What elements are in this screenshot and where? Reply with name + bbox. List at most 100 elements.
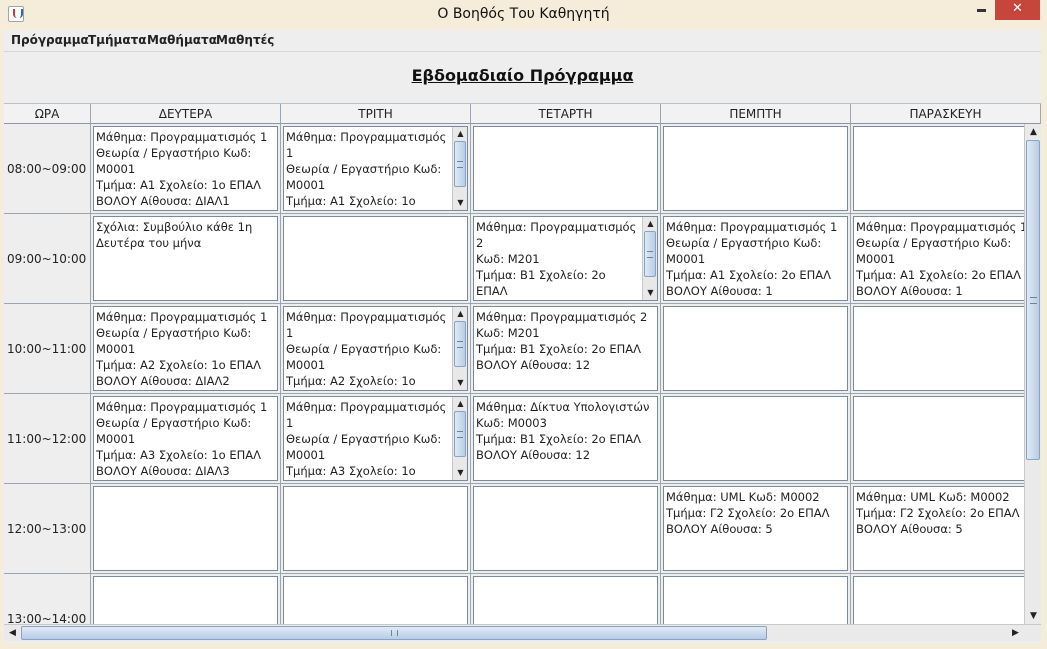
schedule-cell[interactable]: Μάθημα: Προγραμματισμός 1 Θεωρία / Εργασ… xyxy=(281,304,471,394)
cell-text-area[interactable] xyxy=(283,486,468,571)
cell-text-area[interactable] xyxy=(853,396,1024,481)
cell-text-area[interactable]: Μάθημα: Προγραμματισμός 1 Θεωρία / Εργασ… xyxy=(853,216,1024,301)
cell-scroll-up-icon[interactable]: ▲ xyxy=(453,127,467,141)
cell-text-area[interactable] xyxy=(283,576,468,624)
cell-text-area[interactable] xyxy=(473,486,658,571)
cell-text-area[interactable] xyxy=(853,126,1024,211)
column-header-time[interactable]: ΩΡΑ xyxy=(4,104,91,124)
cell-text-area[interactable] xyxy=(93,486,278,571)
menu-courses[interactable]: Μαθήματα xyxy=(147,33,217,47)
schedule-cell[interactable]: Μάθημα: Προγραμματισμός 1 Θεωρία / Εργασ… xyxy=(281,394,471,484)
title-bar[interactable]: Ο Βοηθός Του Καθηγητή ✕ xyxy=(0,0,1047,30)
cell-text-area[interactable]: Μάθημα: Προγραμματισμός 2 Κωδ: Μ201 Τμήμ… xyxy=(473,216,658,301)
cell-text-area[interactable] xyxy=(283,216,468,301)
schedule-cell[interactable]: Μάθημα: Προγραμματισμός 1 Θεωρία / Εργασ… xyxy=(91,394,281,484)
column-header-friday[interactable]: ΠΑΡΑΣΚΕΥΗ xyxy=(851,104,1041,124)
cell-scroll-thumb[interactable] xyxy=(454,411,466,457)
cell-text-area[interactable] xyxy=(93,576,278,624)
cell-text-area[interactable] xyxy=(663,126,848,211)
cell-text-area[interactable] xyxy=(473,576,658,624)
schedule-cell[interactable] xyxy=(471,484,661,574)
cell-text-area[interactable]: Μάθημα: Προγραμματισμός 1 Θεωρία / Εργασ… xyxy=(283,126,468,211)
schedule-cell[interactable] xyxy=(471,574,661,624)
cell-scroll-down-icon[interactable]: ▼ xyxy=(453,196,467,210)
cell-text-area[interactable] xyxy=(853,576,1024,624)
cell-scroll-down-icon[interactable]: ▼ xyxy=(643,286,657,300)
column-header-thursday[interactable]: ΠΕΜΠΤΗ xyxy=(661,104,851,124)
schedule-cell[interactable]: Σχόλια: Συμβούλιο κάθε 1η Δευτέρα του μή… xyxy=(91,214,281,304)
schedule-cell[interactable]: Μάθημα: UML Κωδ: Μ0002 Τμήμα: Γ2 Σχολείο… xyxy=(851,484,1024,574)
cell-scrollbar[interactable]: ▲ ▼ xyxy=(452,307,467,390)
schedule-cell[interactable]: Μάθημα: Δίκτυα Υπολογιστών Κωδ: Μ0003 Τμ… xyxy=(471,394,661,484)
horizontal-scroll-thumb[interactable] xyxy=(21,626,767,640)
scroll-up-arrow-icon[interactable]: ▲ xyxy=(1025,124,1042,140)
cell-scroll-down-icon[interactable]: ▼ xyxy=(453,466,467,480)
time-slot-label: 11:00~12:00 xyxy=(4,394,91,484)
cell-text-area[interactable]: Μάθημα: Προγραμματισμός 2 Κωδ: Μ201 Τμήμ… xyxy=(473,306,658,391)
cell-scroll-thumb[interactable] xyxy=(454,141,466,187)
cell-text-area[interactable]: Μάθημα: Προγραμματισμός 1 Θεωρία / Εργασ… xyxy=(93,396,278,481)
cell-text-area[interactable]: Μάθημα: Προγραμματισμός 1 Θεωρία / Εργασ… xyxy=(93,306,278,391)
schedule-cell[interactable] xyxy=(281,484,471,574)
vertical-scrollbar[interactable]: ▲ ▼ xyxy=(1024,124,1041,624)
cell-text-area[interactable]: Μάθημα: UML Κωδ: Μ0002 Τμήμα: Γ2 Σχολείο… xyxy=(663,486,848,571)
cell-scroll-thumb[interactable] xyxy=(644,231,656,277)
schedule-cell[interactable]: Μάθημα: Προγραμματισμός 1 Θεωρία / Εργασ… xyxy=(661,214,851,304)
minimize-button[interactable] xyxy=(968,0,994,20)
schedule-cell[interactable] xyxy=(661,574,851,624)
cell-text-area[interactable] xyxy=(663,576,848,624)
schedule-cell[interactable] xyxy=(471,124,661,214)
cell-text-area[interactable]: Μάθημα: UML Κωδ: Μ0002 Τμήμα: Γ2 Σχολείο… xyxy=(853,486,1024,571)
scroll-down-arrow-icon[interactable]: ▼ xyxy=(1025,608,1042,624)
schedule-cell[interactable] xyxy=(91,574,281,624)
cell-text-area[interactable] xyxy=(663,396,848,481)
time-slot-label: 09:00~10:00 xyxy=(4,214,91,304)
cell-scroll-up-icon[interactable]: ▲ xyxy=(643,217,657,231)
cell-text-area[interactable]: Μάθημα: Προγραμματισμός 1 Θεωρία / Εργασ… xyxy=(663,216,848,301)
schedule-cell[interactable] xyxy=(851,574,1024,624)
cell-scrollbar[interactable]: ▲ ▼ xyxy=(452,127,467,210)
schedule-cell[interactable]: Μάθημα: Προγραμματισμός 2 Κωδ: Μ201 Τμήμ… xyxy=(471,214,661,304)
schedule-cell[interactable] xyxy=(281,214,471,304)
menu-program[interactable]: Πρόγραμμα xyxy=(11,33,89,47)
column-header-monday[interactable]: ΔΕΥΤΕΡΑ xyxy=(91,104,281,124)
schedule-cell[interactable]: Μάθημα: Προγραμματισμός 1 Θεωρία / Εργασ… xyxy=(281,124,471,214)
schedule-cell[interactable]: Μάθημα: Προγραμματισμός 1 Θεωρία / Εργασ… xyxy=(91,124,281,214)
scroll-right-arrow-icon[interactable]: ▶ xyxy=(1007,625,1024,641)
schedule-cell[interactable] xyxy=(91,484,281,574)
cell-text-area[interactable]: Μάθημα: Προγραμματισμός 1 Θεωρία / Εργασ… xyxy=(283,396,468,481)
cell-scroll-down-icon[interactable]: ▼ xyxy=(453,376,467,390)
vertical-scroll-thumb[interactable] xyxy=(1026,140,1040,460)
cell-text-area[interactable] xyxy=(663,306,848,391)
cell-scroll-thumb[interactable] xyxy=(454,321,466,367)
schedule-cell[interactable] xyxy=(851,394,1024,484)
column-header-tuesday[interactable]: ΤΡΙΤΗ xyxy=(281,104,471,124)
scroll-left-arrow-icon[interactable]: ◀ xyxy=(4,625,21,641)
column-header-wednesday[interactable]: ΤΕΤΑΡΤΗ xyxy=(471,104,661,124)
schedule-cell[interactable] xyxy=(281,574,471,624)
schedule-cell[interactable]: Μάθημα: UML Κωδ: Μ0002 Τμήμα: Γ2 Σχολείο… xyxy=(661,484,851,574)
cell-scrollbar[interactable]: ▲ ▼ xyxy=(642,217,657,300)
schedule-cell[interactable] xyxy=(661,394,851,484)
cell-text-area[interactable] xyxy=(853,306,1024,391)
cell-text-area[interactable]: Μάθημα: Δίκτυα Υπολογιστών Κωδ: Μ0003 Τμ… xyxy=(473,396,658,481)
schedule-cell[interactable] xyxy=(661,304,851,394)
cell-scroll-up-icon[interactable]: ▲ xyxy=(453,397,467,411)
cell-text-area[interactable] xyxy=(473,126,658,211)
schedule-cell[interactable]: Μάθημα: Προγραμματισμός 2 Κωδ: Μ201 Τμήμ… xyxy=(471,304,661,394)
cell-text-area[interactable]: Μάθημα: Προγραμματισμός 1 Θεωρία / Εργασ… xyxy=(93,126,278,211)
cell-text: Μάθημα: Προγραμματισμός 1 Θεωρία / Εργασ… xyxy=(96,130,268,208)
cell-scrollbar[interactable]: ▲ ▼ xyxy=(452,397,467,480)
schedule-cell[interactable]: Μάθημα: Προγραμματισμός 1 Θεωρία / Εργασ… xyxy=(91,304,281,394)
schedule-cell[interactable] xyxy=(661,124,851,214)
menu-students[interactable]: Μαθητές xyxy=(216,33,274,47)
schedule-cell[interactable] xyxy=(851,304,1024,394)
cell-text-area[interactable]: Μάθημα: Προγραμματισμός 1 Θεωρία / Εργασ… xyxy=(283,306,468,391)
close-button[interactable]: ✕ xyxy=(995,0,1040,20)
cell-scroll-up-icon[interactable]: ▲ xyxy=(453,307,467,321)
horizontal-scrollbar[interactable]: ◀ ▶ xyxy=(4,624,1041,641)
cell-text-area[interactable]: Σχόλια: Συμβούλιο κάθε 1η Δευτέρα του μή… xyxy=(93,216,278,301)
menu-departments[interactable]: Τμήματα xyxy=(88,33,147,47)
schedule-cell[interactable] xyxy=(851,124,1024,214)
schedule-cell[interactable]: Μάθημα: Προγραμματισμός 1 Θεωρία / Εργασ… xyxy=(851,214,1024,304)
